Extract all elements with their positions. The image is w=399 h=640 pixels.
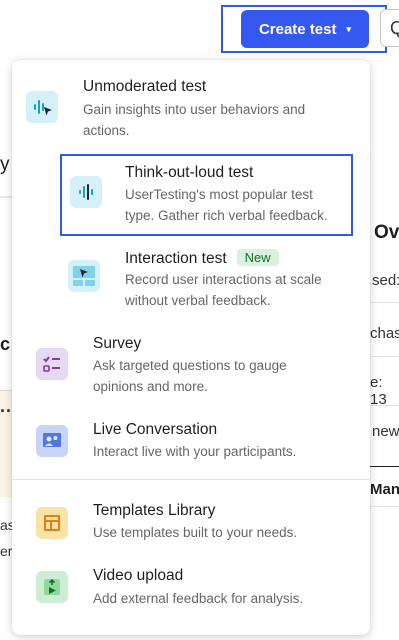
search-icon: Q	[390, 18, 399, 38]
background-tab-underline	[370, 466, 399, 467]
menu-item-title: Live Conversation	[93, 421, 218, 438]
search-button[interactable]: Q	[380, 9, 399, 47]
menu-item-interaction-test[interactable]: Interaction test New Record user interact…	[60, 240, 353, 316]
menu-item-video-upload[interactable]: Video upload Add external feedback for a…	[12, 560, 370, 620]
menu-item-survey[interactable]: Survey Ask targeted questions to gauge o…	[12, 326, 370, 402]
background-card-edge	[0, 196, 12, 198]
layout-icon	[36, 507, 68, 539]
background-text-e13: e: 13	[370, 374, 387, 408]
menu-item-unmoderated-test[interactable]: Unmoderated test Gain insights into user…	[12, 66, 370, 146]
menu-item-title: Unmoderated test	[83, 78, 207, 95]
menu-item-title: Survey	[93, 335, 142, 352]
checklist-icon	[36, 348, 68, 380]
menu-item-description: Add external feedback for analysis.	[93, 591, 304, 606]
screen-cursor-icon	[68, 260, 100, 292]
menu-item-description: Gain insights into user behaviors and ac…	[83, 102, 306, 138]
soundwave-cursor-icon	[26, 91, 58, 123]
background-text-y: y	[0, 154, 10, 175]
background-text-chase: chase	[370, 325, 399, 342]
menu-item-description: Ask targeted questions to gauge opinions…	[93, 358, 287, 394]
background-heading-c: c	[0, 334, 11, 354]
chevron-down-icon: ▾	[346, 23, 352, 34]
background-divider	[370, 356, 399, 357]
background-divider	[370, 405, 399, 406]
think-out-loud-highlight	[60, 154, 353, 236]
menu-item-description: Use templates built to your needs.	[93, 525, 298, 540]
background-text-er: er	[0, 543, 13, 559]
create-test-label: Create test	[258, 20, 337, 38]
menu-item-title: Interaction test New	[125, 249, 279, 268]
menu-item-title: Video upload	[93, 567, 184, 584]
new-badge: New	[236, 249, 279, 266]
menu-item-title: Templates Library	[93, 502, 216, 519]
background-text-newa: newa	[372, 423, 399, 440]
video-upload-icon	[36, 571, 68, 603]
menu-divider	[12, 479, 370, 480]
menu-item-title-text: Interaction test	[125, 250, 227, 267]
background-text-sed: sed:	[372, 272, 399, 289]
background-divider	[370, 506, 399, 507]
background-divider	[370, 302, 399, 303]
menu-item-live-conversation[interactable]: Live Conversation Interact live with you…	[12, 412, 370, 472]
background-heading-overview: Ov	[374, 222, 399, 243]
menu-item-description: Interact live with your participants.	[93, 444, 297, 459]
menu-item-description: Record user interactions at scale withou…	[125, 272, 322, 308]
background-tab-man: Man	[370, 481, 399, 498]
create-test-button[interactable]: Create test ▾	[241, 10, 369, 48]
people-icon	[36, 425, 68, 457]
menu-item-templates-library[interactable]: Templates Library Use templates built to…	[12, 494, 370, 554]
